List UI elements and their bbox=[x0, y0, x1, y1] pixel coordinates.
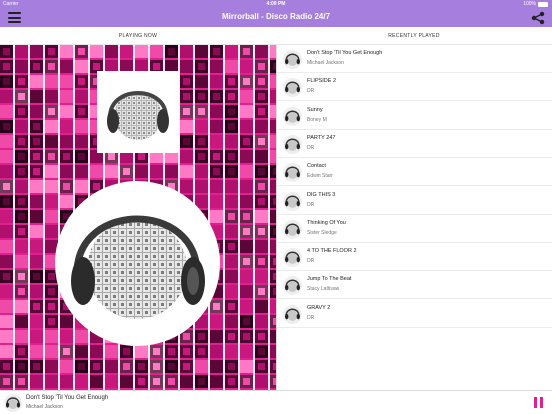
track-thumbnail bbox=[283, 248, 302, 268]
now-playing-song: Don't Stop 'Til You Get Enough bbox=[26, 395, 109, 401]
track-artist: Boney M bbox=[307, 116, 327, 123]
track-thumbnail bbox=[283, 134, 302, 154]
track-title: PARTY 247 bbox=[307, 134, 336, 141]
track-artist: DR bbox=[307, 144, 315, 151]
track-artist: Sister Sledge bbox=[307, 229, 337, 236]
list-item[interactable]: Sunny Boney M bbox=[277, 102, 552, 130]
track-thumbnail bbox=[283, 219, 302, 239]
app-title: Mirrorball - Disco Radio 24/7 bbox=[221, 12, 331, 21]
track-thumbnail bbox=[283, 276, 302, 296]
track-artist: DR bbox=[307, 258, 315, 265]
list-item[interactable]: GRAVY 2 DR bbox=[277, 300, 552, 328]
list-item[interactable]: Contact Edwin Starr bbox=[277, 158, 552, 187]
mini-player[interactable]: Don't Stop 'Til You Get Enough Michael J… bbox=[0, 390, 552, 414]
track-title: 4 TO THE FLOOR 2 bbox=[307, 248, 357, 255]
track-title: DIG THIS 3 bbox=[307, 191, 336, 198]
list-item[interactable]: Jump To The Beat Stacy Lattisaw bbox=[277, 271, 552, 300]
now-playing-artist: Michael Jackson bbox=[26, 404, 63, 410]
battery-indicator: 100% bbox=[523, 1, 548, 7]
list-item[interactable]: Thinking Of You Sister Sledge bbox=[277, 215, 552, 243]
album-art-large bbox=[55, 181, 220, 346]
track-title: Sunny bbox=[307, 106, 323, 113]
tab-playing-now[interactable]: PLAYING NOW bbox=[0, 27, 276, 45]
track-title: FLIPSIDE 2 bbox=[307, 78, 337, 85]
track-title: Jump To The Beat bbox=[307, 276, 352, 283]
nav-bar: Mirrorball - Disco Radio 24/7 bbox=[0, 9, 552, 27]
pause-icon[interactable] bbox=[534, 397, 543, 408]
battery-icon bbox=[538, 1, 548, 7]
track-thumbnail bbox=[283, 304, 302, 324]
track-title: Don't Stop 'Til You Get Enough bbox=[307, 50, 383, 56]
list-item[interactable]: FLIPSIDE 2 DR bbox=[277, 73, 552, 102]
track-thumbnail bbox=[283, 106, 302, 126]
list-item[interactable]: PARTY 247 DR bbox=[277, 130, 552, 158]
track-artist: Michael Jackson bbox=[307, 60, 344, 66]
track-title: GRAVY 2 bbox=[307, 304, 331, 311]
track-title: Contact bbox=[307, 163, 326, 170]
recently-played-list: Don't Stop 'Til You Get Enough Michael Ja… bbox=[276, 45, 552, 390]
track-artist: DR bbox=[307, 314, 315, 321]
now-playing-thumbnail bbox=[4, 394, 22, 412]
track-thumbnail bbox=[283, 191, 302, 211]
track-thumbnail bbox=[283, 50, 302, 69]
track-artist: DR bbox=[307, 201, 315, 208]
track-artist: DR bbox=[307, 88, 315, 95]
track-title: Thinking Of You bbox=[307, 219, 346, 226]
track-thumbnail bbox=[283, 163, 302, 183]
tab-recently-played[interactable]: RECENTLY PLAYED bbox=[276, 27, 552, 45]
list-item[interactable]: DIG THIS 3 DR bbox=[277, 187, 552, 215]
list-item[interactable]: 4 TO THE FLOOR 2 DR bbox=[277, 243, 552, 272]
album-art-small bbox=[97, 71, 179, 153]
share-icon[interactable] bbox=[531, 11, 545, 25]
battery-percent: 100% bbox=[523, 1, 536, 7]
track-artist: Edwin Starr bbox=[307, 173, 333, 180]
status-bar: Carrier 4:09 PM 100% bbox=[0, 0, 552, 9]
now-playing-panel bbox=[0, 45, 276, 390]
track-artist: Stacy Lattisaw bbox=[307, 286, 340, 293]
track-thumbnail bbox=[283, 78, 302, 98]
tab-bar: PLAYING NOW RECENTLY PLAYED bbox=[0, 27, 552, 45]
status-time: 4:09 PM bbox=[266, 1, 286, 7]
list-item[interactable]: Don't Stop 'Til You Get Enough Michael Ja… bbox=[277, 45, 552, 73]
